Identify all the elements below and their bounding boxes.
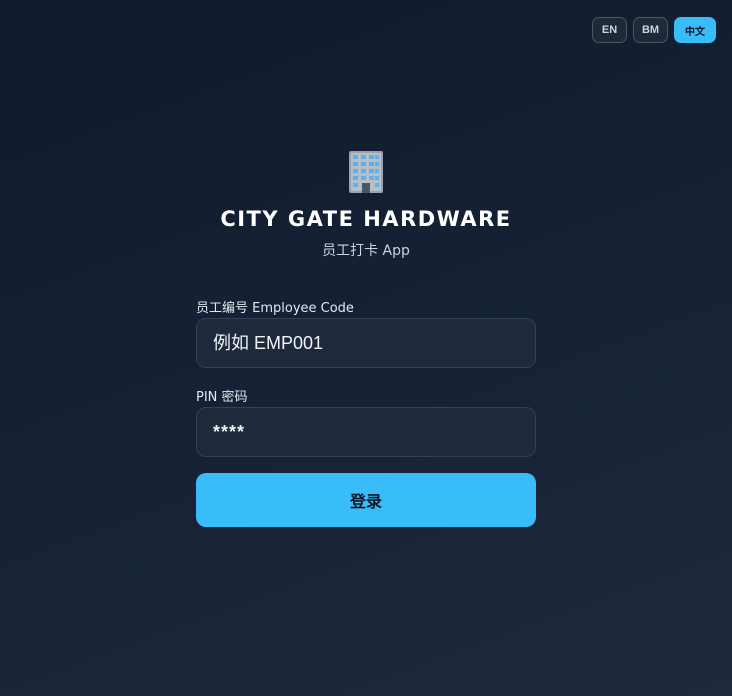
pin-input[interactable] xyxy=(196,407,536,457)
language-button-zh[interactable]: 中文 xyxy=(674,17,716,43)
language-button-en[interactable]: EN xyxy=(592,17,627,43)
app-subtitle: 员工打卡 App xyxy=(322,243,410,259)
language-button-bm[interactable]: BM xyxy=(633,17,668,43)
pin-label: PIN 密码 xyxy=(196,390,248,405)
company-title: CITY GATE HARDWARE xyxy=(220,207,512,231)
employee-code-label: 员工编号 Employee Code xyxy=(196,301,354,316)
login-button[interactable]: 登录 xyxy=(196,473,536,527)
login-form: 员工编号 Employee Code PIN 密码 登录 xyxy=(196,297,536,527)
office-building-icon xyxy=(349,151,383,193)
brand-header: CITY GATE HARDWARE 员工打卡 App xyxy=(0,150,732,260)
employee-code-input[interactable] xyxy=(196,318,536,368)
language-switcher: EN BM 中文 xyxy=(592,17,716,43)
